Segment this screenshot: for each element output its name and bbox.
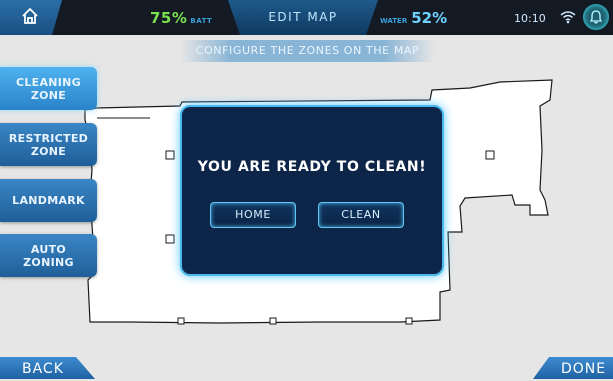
home-button[interactable]	[0, 0, 62, 35]
clock: 10:10	[514, 12, 546, 25]
water-indicator: WATER 52%	[380, 9, 447, 27]
map-obstacle	[405, 317, 413, 325]
page-title: EDIT MAP	[228, 0, 378, 35]
map-obstacle	[165, 234, 175, 244]
auto-zoning-button[interactable]: AUTO ZONING	[0, 234, 97, 277]
notification-button[interactable]	[583, 4, 609, 30]
map-obstacle	[269, 317, 277, 325]
map-obstacle	[165, 150, 175, 160]
map-obstacle	[177, 317, 185, 325]
instruction-banner: CONFIGURE THE ZONES ON THE MAP	[180, 40, 435, 62]
water-label: WATER	[380, 17, 408, 25]
restricted-zone-label: RESTRICTED ZONE	[8, 131, 89, 158]
home-icon	[22, 7, 38, 24]
status-bar: 75% BATT EDIT MAP WATER 52% 10:10	[0, 0, 613, 35]
ready-dialog: YOU ARE READY TO CLEAN! HOME CLEAN	[180, 105, 444, 276]
battery-indicator: 75% BATT	[150, 9, 212, 27]
cleaning-zone-label: CLEANING ZONE	[15, 75, 82, 102]
bell-icon	[590, 10, 602, 24]
map-obstacle	[485, 150, 495, 160]
water-value: 52%	[411, 9, 448, 27]
landmark-button[interactable]: LANDMARK	[0, 179, 97, 222]
battery-label: BATT	[190, 17, 213, 25]
restricted-zone-button[interactable]: RESTRICTED ZONE	[0, 123, 97, 166]
dialog-clean-button[interactable]: CLEAN	[318, 202, 404, 228]
dialog-message: YOU ARE READY TO CLEAN!	[197, 159, 427, 175]
battery-value: 75%	[150, 9, 188, 27]
landmark-label: LANDMARK	[12, 194, 85, 207]
auto-zoning-label: AUTO ZONING	[23, 242, 74, 269]
cleaning-zone-button[interactable]: CLEANING ZONE	[0, 67, 97, 110]
dialog-home-button[interactable]: HOME	[210, 202, 296, 228]
wifi-icon	[560, 11, 576, 24]
